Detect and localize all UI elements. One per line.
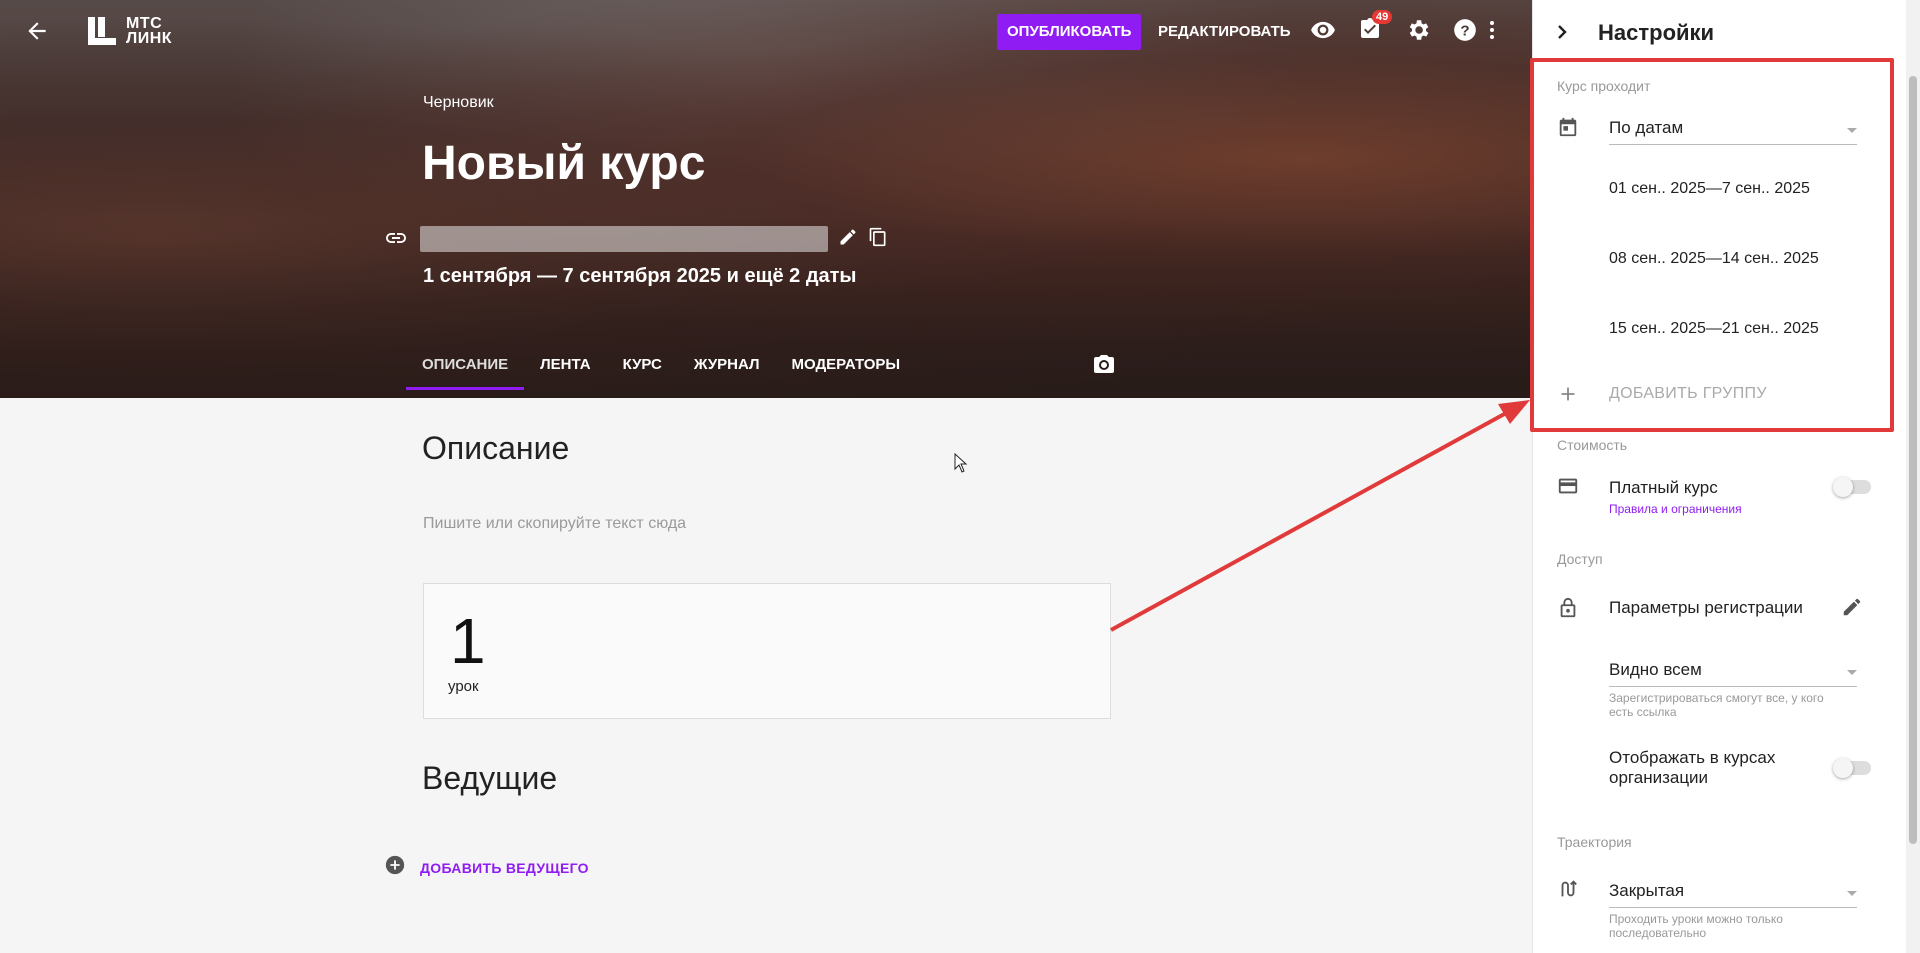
logo[interactable]: МТС ЛИНК	[88, 15, 173, 47]
add-host-button[interactable]: ДОБАВИТЬ ВЕДУЩЕГО	[384, 854, 589, 881]
chevron-down-icon[interactable]	[1847, 891, 1857, 896]
visibility-hint: Зарегистрироваться смогут все, у кого ес…	[1609, 691, 1824, 719]
notifications-badge: 49	[1372, 10, 1393, 24]
course-dates: 1 сентября — 7 сентября 2025 и ещё 2 дат…	[423, 265, 857, 287]
trajectory-hint: Проходить уроки можно только последовате…	[1609, 912, 1783, 940]
paid-course-toggle[interactable]	[1833, 477, 1871, 497]
status-label: Черновик	[423, 94, 494, 111]
visibility-select[interactable]: Видно всем	[1609, 660, 1702, 680]
rules-link[interactable]: Правила и ограничения	[1609, 502, 1742, 516]
registration-params-label: Параметры регистрации	[1609, 598, 1803, 617]
scrollbar-thumb[interactable]	[1909, 76, 1917, 844]
pencil-icon[interactable]	[838, 227, 858, 252]
lessons-card[interactable]: 1 урок	[423, 583, 1111, 719]
add-host-label: ДОБАВИТЬ ВЕДУЩЕГО	[420, 859, 589, 876]
back-arrow-icon[interactable]	[22, 18, 52, 44]
trajectory-select[interactable]: Закрытая	[1609, 881, 1684, 901]
add-circle-icon	[384, 854, 406, 881]
camera-icon[interactable]	[1092, 354, 1116, 376]
annotation-highlight-box	[1530, 58, 1894, 432]
tab-course[interactable]: КУРС	[607, 350, 678, 389]
lessons-count: 1	[450, 605, 486, 677]
tab-feed[interactable]: ЛЕНТА	[524, 350, 606, 389]
trajectory-underline	[1609, 907, 1857, 908]
access-group-label: Доступ	[1557, 551, 1603, 567]
chevron-down-icon[interactable]	[1847, 670, 1857, 675]
lessons-label: урок	[448, 678, 479, 695]
publish-button[interactable]: ОПУБЛИКОВАТЬ	[997, 14, 1142, 50]
copy-icon[interactable]	[868, 227, 888, 252]
help-icon[interactable]: ?	[1452, 17, 1480, 45]
paid-course-label: Платный курс	[1609, 478, 1718, 497]
cost-group-label: Стоимость	[1557, 437, 1628, 453]
logo-mark-icon	[88, 17, 116, 45]
description-heading: Описание	[422, 430, 570, 466]
description-editor[interactable]: Пишите или скопируйте текст сюда	[423, 515, 686, 533]
show-in-org-toggle[interactable]	[1833, 758, 1871, 778]
top-bar: МТС ЛИНК ОПУБЛИКОВАТЬ РЕДАКТИРОВАТЬ 49 ?	[0, 0, 1532, 62]
eye-icon[interactable]	[1310, 17, 1338, 45]
settings-header: Настройки	[1533, 0, 1920, 64]
settings-title: Настройки	[1598, 20, 1715, 45]
course-title[interactable]: Новый курс	[422, 136, 705, 191]
mouse-cursor-icon	[954, 452, 968, 473]
tabs: ОПИСАНИЕ ЛЕНТА КУРС ЖУРНАЛ МОДЕРАТОРЫ	[406, 350, 917, 390]
tab-moderators[interactable]: МОДЕРАТОРЫ	[776, 350, 917, 389]
chevron-right-icon[interactable]	[1550, 20, 1574, 44]
course-link-field	[420, 226, 828, 252]
gear-icon[interactable]	[1405, 17, 1433, 45]
logo-text-line2: ЛИНК	[126, 30, 173, 47]
more-vert-icon[interactable]	[1486, 17, 1498, 45]
show-in-org-label: Отображать в курсах организации	[1609, 748, 1776, 787]
hosts-heading: Ведущие	[422, 760, 558, 796]
course-link-row	[384, 226, 888, 252]
svg-text:?: ?	[1460, 22, 1469, 39]
trajectory-group-label: Траектория	[1557, 834, 1632, 850]
edit-button[interactable]: РЕДАКТИРОВАТЬ	[1158, 14, 1291, 50]
tab-description[interactable]: ОПИСАНИЕ	[406, 350, 525, 390]
credit-card-icon	[1557, 475, 1581, 499]
pencil-icon[interactable]	[1841, 596, 1865, 620]
visibility-underline	[1609, 686, 1857, 687]
tab-journal[interactable]: ЖУРНАЛ	[678, 350, 776, 389]
logo-text-line1: МТС	[126, 15, 163, 32]
route-icon	[1557, 878, 1581, 902]
link-icon	[384, 226, 408, 255]
lock-icon	[1557, 597, 1581, 621]
